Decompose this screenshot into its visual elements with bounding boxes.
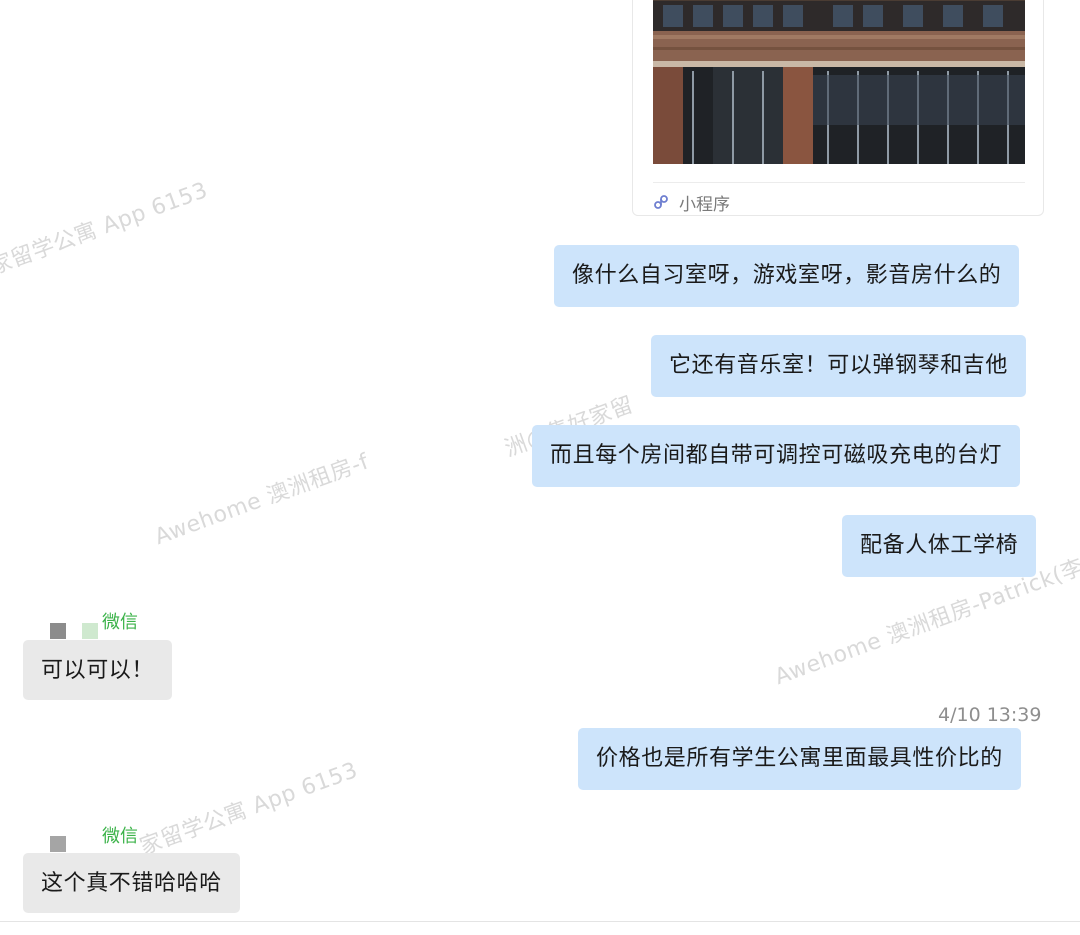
incoming-message[interactable]: 可以可以！ [23, 640, 173, 700]
message-timestamp: 4/10 13:39 [938, 704, 1042, 726]
watermark: 家留学公寓 App 6153 [0, 177, 212, 281]
card-divider [653, 182, 1025, 183]
watermark: 家留学公寓 App 6153 [136, 757, 362, 861]
outgoing-message[interactable]: 像什么自习室呀，游戏室呀，影音房什么的 [554, 245, 1020, 307]
outgoing-message[interactable]: 配备人体工学椅 [842, 515, 1037, 577]
sender-tag: 微信 [102, 826, 138, 847]
outgoing-message[interactable]: 它还有音乐室！可以弹钢琴和吉他 [651, 335, 1027, 397]
building-photo-graphic [653, 0, 1025, 164]
sender-tag: 微信 [102, 612, 138, 633]
outgoing-message[interactable]: 而且每个房间都自带可调控可磁吸充电的台灯 [532, 425, 1021, 487]
avatar[interactable] [48, 834, 68, 854]
mini-program-label: 小程序 [679, 194, 730, 215]
input-divider [0, 921, 1080, 922]
mini-program-card[interactable]: 小程序 [632, 0, 1044, 216]
building-photo [653, 0, 1025, 164]
watermark: Awehome 澳洲租房-f [151, 449, 373, 551]
incoming-message[interactable]: 这个真不错哈哈哈 [23, 853, 240, 913]
mini-program-footer: 小程序 [653, 191, 730, 215]
outgoing-message[interactable]: 价格也是所有学生公寓里面最具性价比的 [578, 728, 1021, 790]
avatar[interactable] [48, 620, 100, 642]
mini-program-icon [654, 195, 668, 209]
